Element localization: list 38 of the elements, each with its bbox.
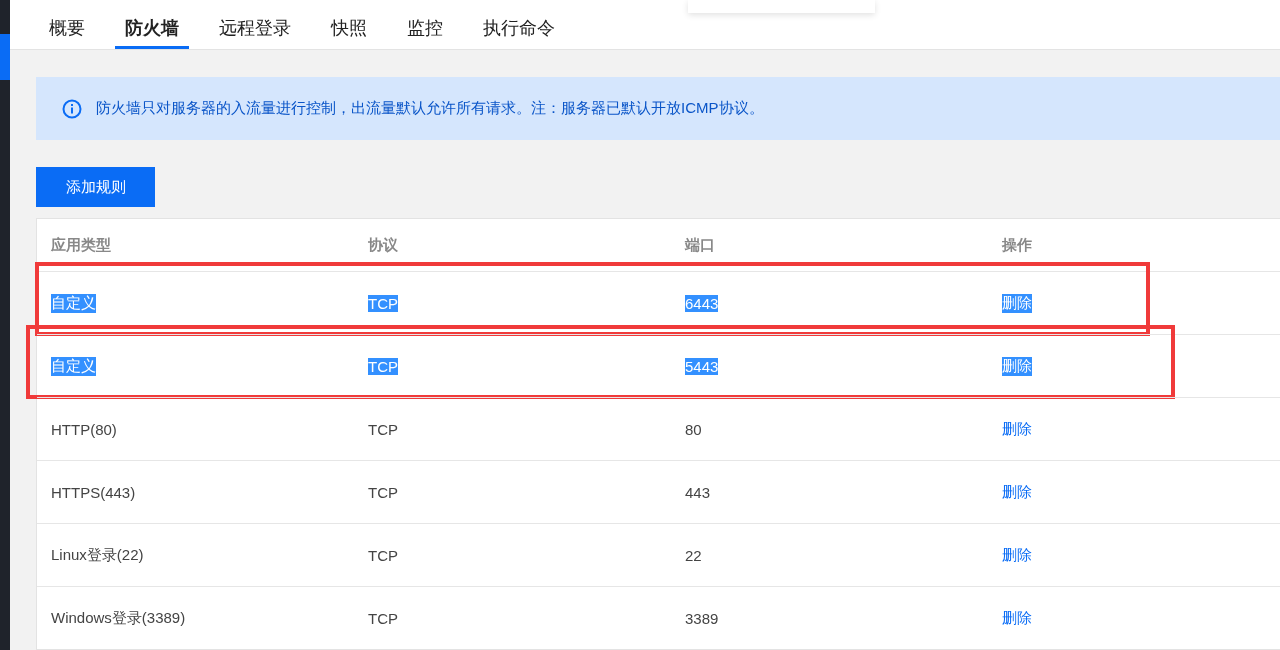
table-cell: 80 bbox=[685, 420, 702, 438]
table-cell: TCP bbox=[368, 294, 398, 312]
tab[interactable]: 概要 bbox=[39, 16, 95, 49]
table-cell: 6443 bbox=[685, 294, 719, 312]
table-cell: TCP bbox=[368, 357, 398, 375]
delete-link[interactable]: 删除 bbox=[1002, 608, 1032, 628]
delete-link[interactable]: 删除 bbox=[1002, 482, 1032, 502]
column-header: 端口 bbox=[685, 235, 716, 255]
table-cell: 3389 bbox=[685, 609, 719, 627]
table-cell: 443 bbox=[685, 483, 711, 501]
table-cell: 自定义 bbox=[51, 356, 96, 376]
column-header: 应用类型 bbox=[51, 235, 112, 255]
tab[interactable]: 执行命令 bbox=[473, 16, 565, 49]
table-cell: Linux登录(22) bbox=[51, 545, 144, 565]
table-cell: Windows登录(3389) bbox=[51, 608, 186, 628]
table-cell: 自定义 bbox=[51, 293, 96, 313]
info-icon bbox=[62, 98, 82, 119]
delete-link[interactable]: 删除 bbox=[1002, 356, 1032, 376]
table-cell: TCP bbox=[368, 420, 398, 438]
table-cell: TCP bbox=[368, 546, 398, 564]
notice-text: 防火墙只对服务器的入流量进行控制，出流量默认允许所有请求。注：服务器已默认开放ICMP协议。 bbox=[96, 99, 764, 118]
table-cell: HTTP(80) bbox=[51, 420, 117, 438]
tab[interactable]: 防火墙 bbox=[115, 16, 189, 49]
tab[interactable]: 快照 bbox=[321, 16, 377, 49]
add-rule-button[interactable]: 添加规则 bbox=[36, 167, 155, 207]
tab[interactable]: 监控 bbox=[397, 16, 453, 49]
table-cell: 5443 bbox=[685, 357, 719, 375]
column-header: 操作 bbox=[1002, 235, 1033, 255]
delete-link[interactable]: 删除 bbox=[1002, 545, 1032, 565]
tab[interactable]: 远程登录 bbox=[209, 16, 301, 49]
table-cell: HTTPS(443) bbox=[51, 483, 136, 501]
table-cell: 22 bbox=[685, 546, 702, 564]
delete-link[interactable]: 删除 bbox=[1002, 293, 1032, 313]
column-header: 协议 bbox=[368, 235, 399, 255]
table-cell: TCP bbox=[368, 609, 398, 627]
sidebar-highlight bbox=[0, 34, 10, 80]
delete-link[interactable]: 删除 bbox=[1002, 419, 1032, 439]
table-cell: TCP bbox=[368, 483, 398, 501]
